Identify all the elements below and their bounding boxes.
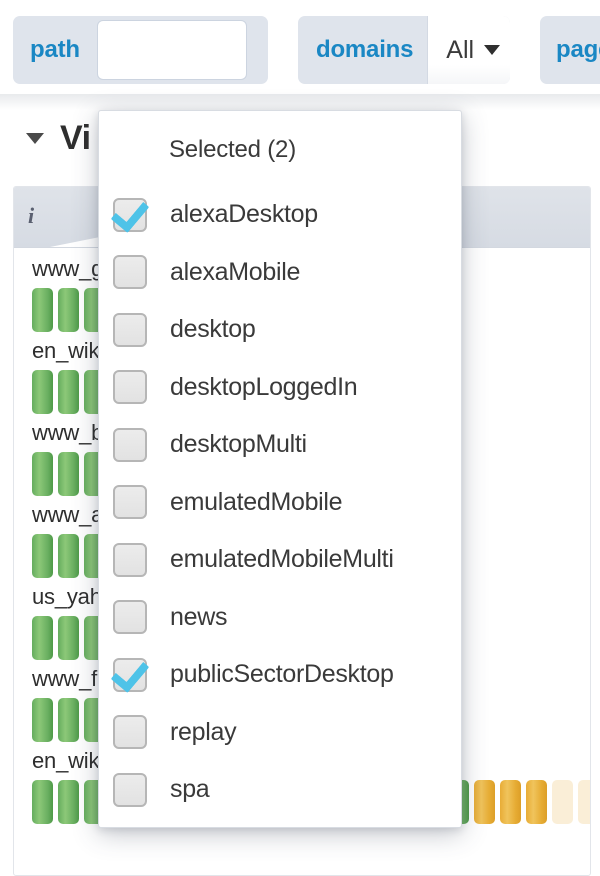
bar-cream[interactable] xyxy=(578,780,591,824)
bar-green[interactable] xyxy=(58,288,79,332)
filter-path-label: path xyxy=(13,16,97,84)
checkbox-checked-icon[interactable] xyxy=(113,198,147,232)
row-label: en_wik xyxy=(32,338,99,364)
filter-path: path xyxy=(13,16,268,84)
dropdown-option-alexaMobile[interactable]: alexaMobile xyxy=(99,244,461,302)
dropdown-option-emulatedMobileMulti[interactable]: emulatedMobileMulti xyxy=(99,531,461,589)
bar-green[interactable] xyxy=(32,616,53,660)
bar-green[interactable] xyxy=(32,698,53,742)
bar-green[interactable] xyxy=(58,698,79,742)
page-title: Vi xyxy=(60,119,91,158)
bar-cream[interactable] xyxy=(552,780,573,824)
bar-green[interactable] xyxy=(58,534,79,578)
filter-domains: domains All xyxy=(298,16,510,84)
row-label: www_b xyxy=(32,420,103,446)
checkbox-unchecked-icon[interactable] xyxy=(113,715,147,749)
filter-domains-label: domains xyxy=(298,16,427,84)
dropdown-option-label: desktopLoggedIn xyxy=(170,373,357,402)
checkbox-checked-icon[interactable] xyxy=(113,658,147,692)
dropdown-option-desktopLoggedIn[interactable]: desktopLoggedIn xyxy=(99,359,461,417)
domains-dropdown-panel: Selected (2) alexaDesktop alexaMobile desk… xyxy=(98,110,462,828)
dropdown-option-desktop[interactable]: desktop xyxy=(99,301,461,359)
bar-green[interactable] xyxy=(58,780,79,824)
row-label: www_g xyxy=(32,256,103,282)
dropdown-option-label: emulatedMobileMulti xyxy=(170,545,394,574)
checkbox-unchecked-icon[interactable] xyxy=(113,600,147,634)
row-label: en_wik xyxy=(32,748,99,774)
dropdown-option-label: publicSectorDesktop xyxy=(170,660,394,689)
dropdown-option-emulatedMobile[interactable]: emulatedMobile xyxy=(99,474,461,532)
dropdown-option-desktopMulti[interactable]: desktopMulti xyxy=(99,416,461,474)
checkbox-unchecked-icon[interactable] xyxy=(113,313,147,347)
bar-green[interactable] xyxy=(32,452,53,496)
filter-toolbar: path domains All page xyxy=(0,0,600,94)
bar-green[interactable] xyxy=(32,370,53,414)
checkbox-unchecked-icon[interactable] xyxy=(113,485,147,519)
dropdown-option-label: alexaDesktop xyxy=(170,200,318,229)
bar-green[interactable] xyxy=(32,534,53,578)
dropdown-option-list: alexaDesktop alexaMobile desktop desktopLog… xyxy=(99,164,461,819)
checkbox-unchecked-icon[interactable] xyxy=(113,255,147,289)
bar-orange[interactable] xyxy=(500,780,521,824)
row-label: www_a xyxy=(32,502,103,528)
path-input[interactable] xyxy=(97,20,247,80)
bar-green[interactable] xyxy=(32,780,53,824)
dropdown-selected-count: Selected (2) xyxy=(99,111,461,164)
domains-select-value: All xyxy=(446,36,474,65)
bar-green[interactable] xyxy=(58,370,79,414)
dropdown-option-spa[interactable]: spa xyxy=(99,761,461,819)
dropdown-option-alexaDesktop[interactable]: alexaDesktop xyxy=(99,186,461,244)
bar-orange[interactable] xyxy=(526,780,547,824)
dropdown-option-replay[interactable]: replay xyxy=(99,704,461,762)
dropdown-option-label: replay xyxy=(170,718,236,747)
dropdown-option-label: spa xyxy=(170,775,209,804)
checkbox-unchecked-icon[interactable] xyxy=(113,370,147,404)
dropdown-option-label: desktopMulti xyxy=(170,430,307,459)
bar-green[interactable] xyxy=(32,288,53,332)
row-label: us_yah xyxy=(32,584,102,610)
dropdown-option-news[interactable]: news xyxy=(99,589,461,647)
dropdown-option-label: alexaMobile xyxy=(170,258,300,287)
bar-green[interactable] xyxy=(58,616,79,660)
filter-page-label: page xyxy=(540,16,600,84)
dropdown-option-label: emulatedMobile xyxy=(170,488,342,517)
chevron-down-icon[interactable] xyxy=(26,133,44,144)
dropdown-option-label: desktop xyxy=(170,315,255,344)
info-icon[interactable]: i xyxy=(28,203,34,229)
bar-green[interactable] xyxy=(58,452,79,496)
domains-select[interactable]: All xyxy=(427,16,510,84)
checkbox-unchecked-icon[interactable] xyxy=(113,428,147,462)
chevron-down-icon xyxy=(484,45,500,55)
row-label: www_f xyxy=(32,666,97,692)
dropdown-option-label: news xyxy=(170,603,227,632)
checkbox-unchecked-icon[interactable] xyxy=(113,773,147,807)
checkbox-unchecked-icon[interactable] xyxy=(113,543,147,577)
dropdown-option-publicSectorDesktop[interactable]: publicSectorDesktop xyxy=(99,646,461,704)
bar-orange[interactable] xyxy=(474,780,495,824)
filter-page: page xyxy=(540,16,600,84)
